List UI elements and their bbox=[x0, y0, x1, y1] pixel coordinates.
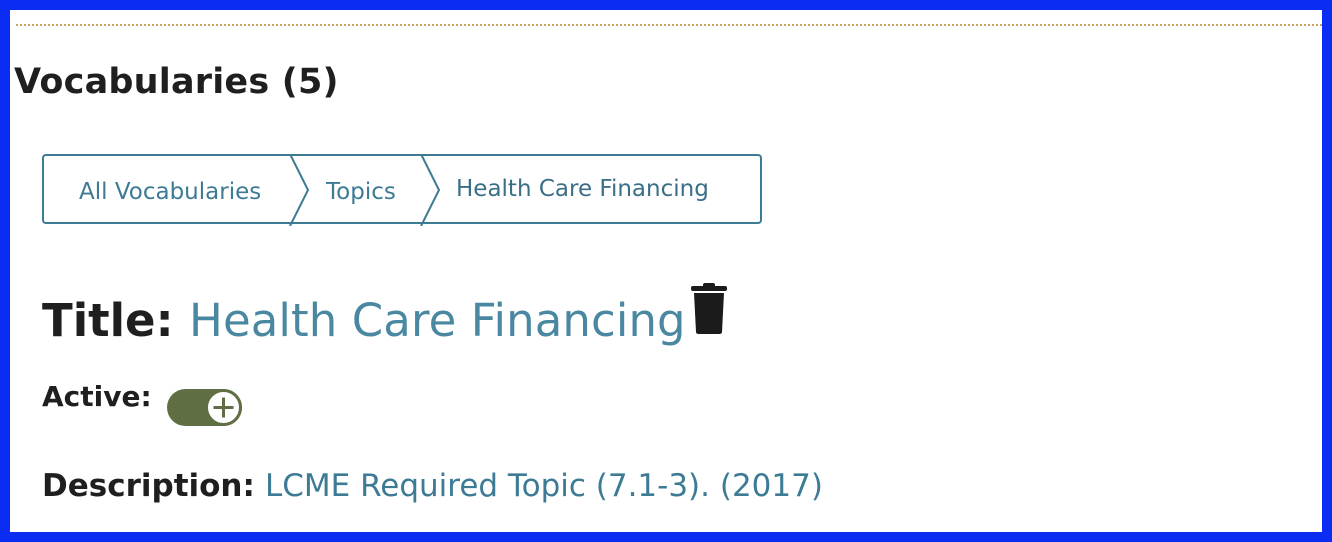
active-label: Active: bbox=[42, 380, 152, 413]
breadcrumb-all-vocabularies[interactable]: All Vocabularies bbox=[79, 159, 261, 225]
breadcrumb-underline bbox=[294, 222, 422, 224]
breadcrumb-separator-icon bbox=[289, 154, 310, 226]
trash-icon bbox=[690, 283, 727, 334]
title-value-link[interactable]: Health Care Financing bbox=[189, 294, 686, 347]
title-label: Title: bbox=[42, 293, 174, 347]
breadcrumb-current: Health Care Financing bbox=[456, 176, 709, 202]
breadcrumb-topics[interactable]: Topics bbox=[326, 159, 396, 225]
toggle-knob bbox=[205, 389, 242, 426]
active-row: Active: bbox=[42, 367, 242, 426]
page-title: Vocabularies (5) bbox=[14, 62, 339, 102]
description-row: Description: LCME Required Topic (7.1-3)… bbox=[42, 468, 823, 504]
breadcrumb: All Vocabularies Topics Health Care Fina… bbox=[42, 154, 762, 226]
app-frame: Vocabularies (5) All Vocabularies Topics… bbox=[0, 0, 1332, 542]
description-value[interactable]: LCME Required Topic (7.1-3). (2017) bbox=[265, 468, 823, 504]
delete-button[interactable] bbox=[687, 283, 731, 335]
description-label: Description: bbox=[42, 468, 255, 504]
plus-circle-icon bbox=[213, 397, 234, 418]
active-toggle[interactable] bbox=[167, 389, 242, 426]
dotted-divider bbox=[16, 24, 1322, 26]
title-row: Title: Health Care Financing bbox=[42, 283, 731, 355]
breadcrumb-separator-icon bbox=[420, 154, 441, 226]
